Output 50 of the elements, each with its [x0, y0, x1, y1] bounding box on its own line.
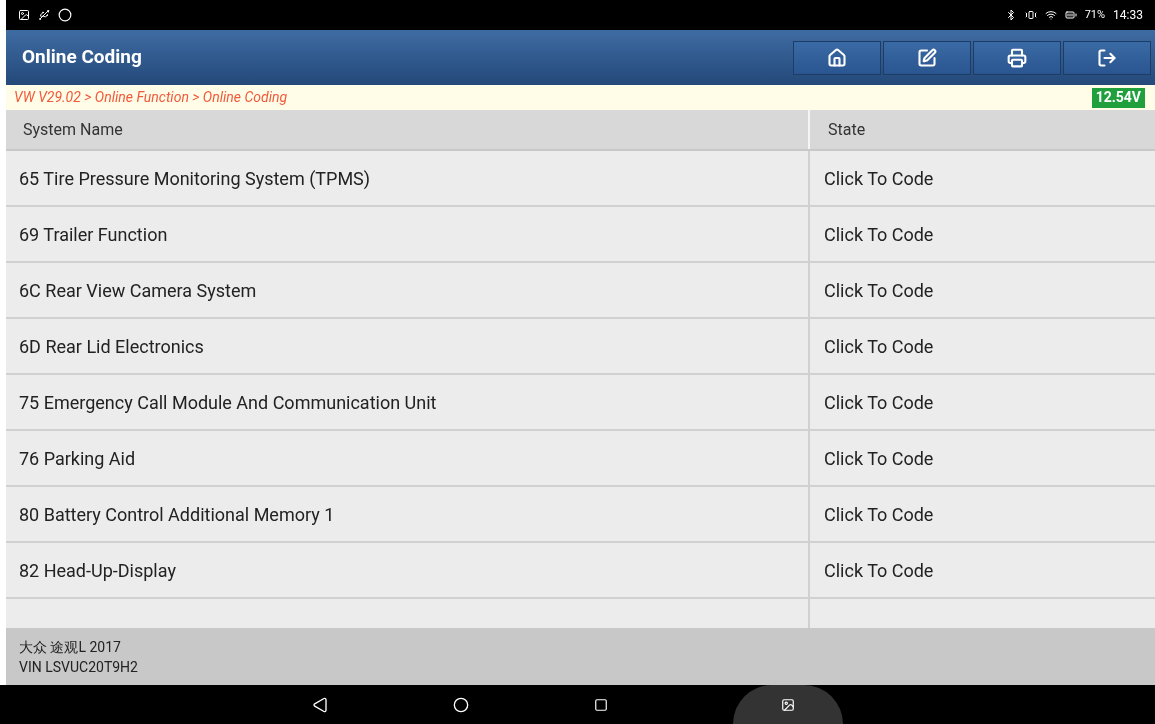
- system-name: 65 Tire Pressure Monitoring System (TPMS): [6, 151, 810, 206]
- system-name: 69 Trailer Function: [6, 207, 810, 262]
- state-cell-text: Click To Code: [823, 334, 935, 359]
- vin-text: VIN LSVUC20T9H2: [19, 657, 139, 677]
- state-cell-text: Click To Code: [823, 278, 935, 303]
- state-cell-text: Click To Code: [823, 390, 935, 415]
- system-name: 6D Rear Lid Electronics: [6, 319, 810, 374]
- column-header: State: [827, 118, 867, 141]
- print-icon: [1007, 47, 1027, 68]
- table-row[interactable]: 6D Rear Lid Electronics Click To Code: [6, 319, 1155, 376]
- vibrate-icon: [1024, 9, 1037, 21]
- state-cell-text: Click To Code: [823, 446, 935, 471]
- home-button[interactable]: [793, 40, 881, 75]
- system-name: 76 Parking Aid: [6, 431, 810, 486]
- system-name: 6C Rear View Camera System: [6, 263, 810, 318]
- table-row[interactable]: 6C Rear View Camera System Click To Code: [6, 263, 1155, 320]
- home-icon: [827, 47, 847, 68]
- table-row[interactable]: 69 Trailer Function Click To Code: [6, 207, 1155, 264]
- print-button[interactable]: [973, 40, 1061, 75]
- state-cell-text: Click To Code: [823, 502, 935, 527]
- image-icon: [781, 697, 795, 712]
- table-row[interactable]: 65 Tire Pressure Monitoring System (TPMS) Click To Code: [6, 151, 1155, 208]
- system-name: 75 Emergency Call Module And Communication Unit: [6, 375, 810, 430]
- recents-icon[interactable]: [594, 697, 608, 712]
- vehicle-model: 大众 途观L 2017: [19, 637, 122, 657]
- battery-icon: [1064, 9, 1077, 21]
- clock: 14:33: [1113, 7, 1143, 24]
- exit-button[interactable]: [1063, 40, 1151, 75]
- state-cell-text: Click To Code: [823, 558, 935, 583]
- back-icon[interactable]: [312, 696, 328, 713]
- header-title: Online Coding: [22, 44, 142, 71]
- breadcrumb: VW V29.02 > Online Function > Online Coding: [14, 88, 288, 107]
- state-cell-text: Click To Code: [823, 222, 935, 247]
- usb-icon: [38, 9, 50, 21]
- table-row[interactable]: 82 Head-Up-Display Click To Code: [6, 543, 1155, 600]
- battery-percent: 71%: [1084, 6, 1106, 23]
- table-row[interactable]: 80 Battery Control Additional Memory 1 Click To Code: [6, 487, 1155, 544]
- system-name: 80 Battery Control Additional Memory 1: [6, 487, 810, 542]
- column-header: System Name: [6, 110, 810, 150]
- table-row[interactable]: 75 Emergency Call Module And Communication Unit Click To Code: [6, 375, 1155, 432]
- state-cell-text: Click To Code: [823, 166, 935, 191]
- system-name: 82 Head-Up-Display: [6, 543, 810, 598]
- voltage-badge: 12.54V: [1091, 87, 1145, 108]
- edit-icon: [917, 47, 937, 68]
- wifi-icon: [1044, 9, 1057, 21]
- home-circle-icon[interactable]: [453, 696, 469, 713]
- table-row[interactable]: 76 Parking Aid Click To Code: [6, 431, 1155, 488]
- exit-icon: [1097, 47, 1117, 68]
- image-icon: [18, 9, 30, 21]
- edit-button[interactable]: [883, 40, 971, 75]
